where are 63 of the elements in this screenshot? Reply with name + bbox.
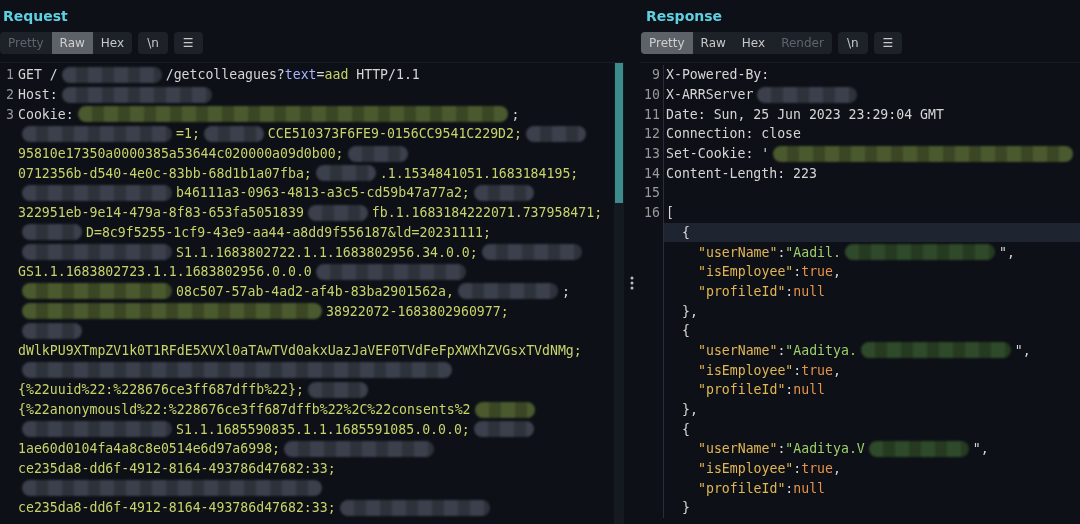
code-line: "userName":"Aaditya.V ", bbox=[697, 439, 989, 459]
scrollbar-thumb[interactable] bbox=[615, 63, 623, 203]
line-number: 2 bbox=[5, 87, 15, 103]
code-line: "userName":"Aaditya. ", bbox=[697, 341, 1031, 361]
line-number: 9 bbox=[651, 67, 661, 83]
code-line: 322951eb-9e14-479a-8f83-653fa5051839 fb.1.1683184222071.737958471; bbox=[18, 203, 603, 223]
newline-toggle-button[interactable]: \n bbox=[837, 32, 868, 54]
code-line: S1.1.1683802722.1.1.1683802956.34.0.0; bbox=[18, 242, 586, 262]
line-number: 13 bbox=[643, 146, 661, 162]
line-number: 1 bbox=[5, 67, 15, 83]
drag-handle-icon[interactable] bbox=[630, 276, 634, 290]
line-number: 16 bbox=[643, 205, 661, 221]
code-line: Content-Length: 223 bbox=[666, 164, 817, 183]
view-tab[interactable]: Raw bbox=[51, 32, 93, 54]
code-line: 0712356b-d540-4e0c-83bb-68d1b1a07fba; .1.1534841051.1683184195; bbox=[18, 164, 579, 184]
code-line: ce235da8-dd6f-4912-8164-493786d47682:33; bbox=[18, 498, 494, 518]
code-line: Date: Sun, 25 Jun 2023 23:29:04 GMT bbox=[666, 105, 944, 124]
code-line: { bbox=[681, 420, 690, 439]
code-line: Connection: close bbox=[666, 125, 801, 144]
code-line: "profileId":null bbox=[697, 381, 826, 400]
line-number: 12 bbox=[643, 126, 661, 142]
code-line: GS1.1.1683802723.1.1.1683802956.0.0.0 bbox=[18, 261, 470, 282]
code-line: } bbox=[681, 499, 690, 518]
code-line: 95810e17350a0000385a53644c020000a09d0b00; bbox=[18, 143, 412, 164]
line-number: 11 bbox=[643, 106, 661, 122]
menu-button[interactable]: ☰ bbox=[173, 32, 203, 54]
code-line: }, bbox=[681, 302, 698, 321]
code-line: GET / /getcolleagues?text=aad HTTP/1.1 bbox=[18, 65, 420, 85]
code-line: "isEmployee":true, bbox=[697, 263, 841, 282]
code-line: =1; CCE510373F6FE9-0156CC9541C229D2; bbox=[18, 124, 590, 144]
code-line: {%22uuid%22:%228676ce3ff687dffb%22}; bbox=[18, 380, 372, 400]
code-line: "isEmployee":true, bbox=[697, 361, 841, 380]
code-line: 1ae60d0104fa4a8c8e0514e6d97a6998; bbox=[18, 439, 438, 459]
code-line: "userName":"Aadil. ", bbox=[697, 243, 1015, 262]
line-number: 15 bbox=[643, 185, 661, 201]
code-line: [ bbox=[666, 204, 674, 223]
code-line: S1.1.1685590835.1.1.1685591085.0.0.0; bbox=[18, 419, 538, 440]
line-number: 10 bbox=[643, 87, 661, 103]
line-number: 3 bbox=[5, 106, 15, 122]
code-line: ce235da8-dd6f-4912-8164-493786d47682:33; bbox=[18, 460, 336, 479]
view-tab[interactable]: Pretty bbox=[641, 32, 693, 54]
code-line: X-ARRServer bbox=[666, 84, 862, 105]
code-line: Cookie: ; bbox=[18, 105, 520, 125]
code-line: X-Powered-By: bbox=[666, 66, 770, 85]
code-line: "isEmployee":true, bbox=[697, 460, 841, 479]
view-tab[interactable]: Raw bbox=[692, 32, 734, 54]
code-line: { bbox=[681, 223, 690, 242]
pane-title: Response bbox=[645, 7, 724, 26]
code-line: }, bbox=[681, 401, 698, 420]
code-line: b46111a3-0963-4813-a3c5-cd59b47a77a2; bbox=[18, 183, 538, 203]
view-tab[interactable]: Hex bbox=[733, 32, 774, 54]
view-tab[interactable]: Hex bbox=[92, 32, 133, 54]
code-line: dWlkPU9XTmpZV1k0T1RFdE5XVXl0aTAwTVd0akxUazJaVEF0TVdFeFpXWXhZVGsxTVdNMg; bbox=[18, 341, 582, 360]
code-line: "profileId":null bbox=[697, 282, 826, 301]
line-number: 14 bbox=[643, 165, 661, 181]
code-line: D=8c9f5255-1cf9-43e9-aa44-a8dd9f556187&ld=20231111; bbox=[18, 222, 491, 243]
code-line: { bbox=[681, 322, 690, 341]
menu-button[interactable]: ☰ bbox=[873, 32, 903, 54]
code-line: "profileId":null bbox=[697, 479, 826, 498]
pane-title: Request bbox=[2, 7, 69, 26]
newline-toggle-button[interactable]: \n bbox=[138, 32, 168, 54]
code-line: 08c507-57ab-4ad2-af4b-83ba2901562a, ; bbox=[18, 281, 570, 302]
code-line: {%22anonymousld%22:%228676ce3ff687dffb%22%2C%22consents%2 bbox=[18, 399, 539, 420]
